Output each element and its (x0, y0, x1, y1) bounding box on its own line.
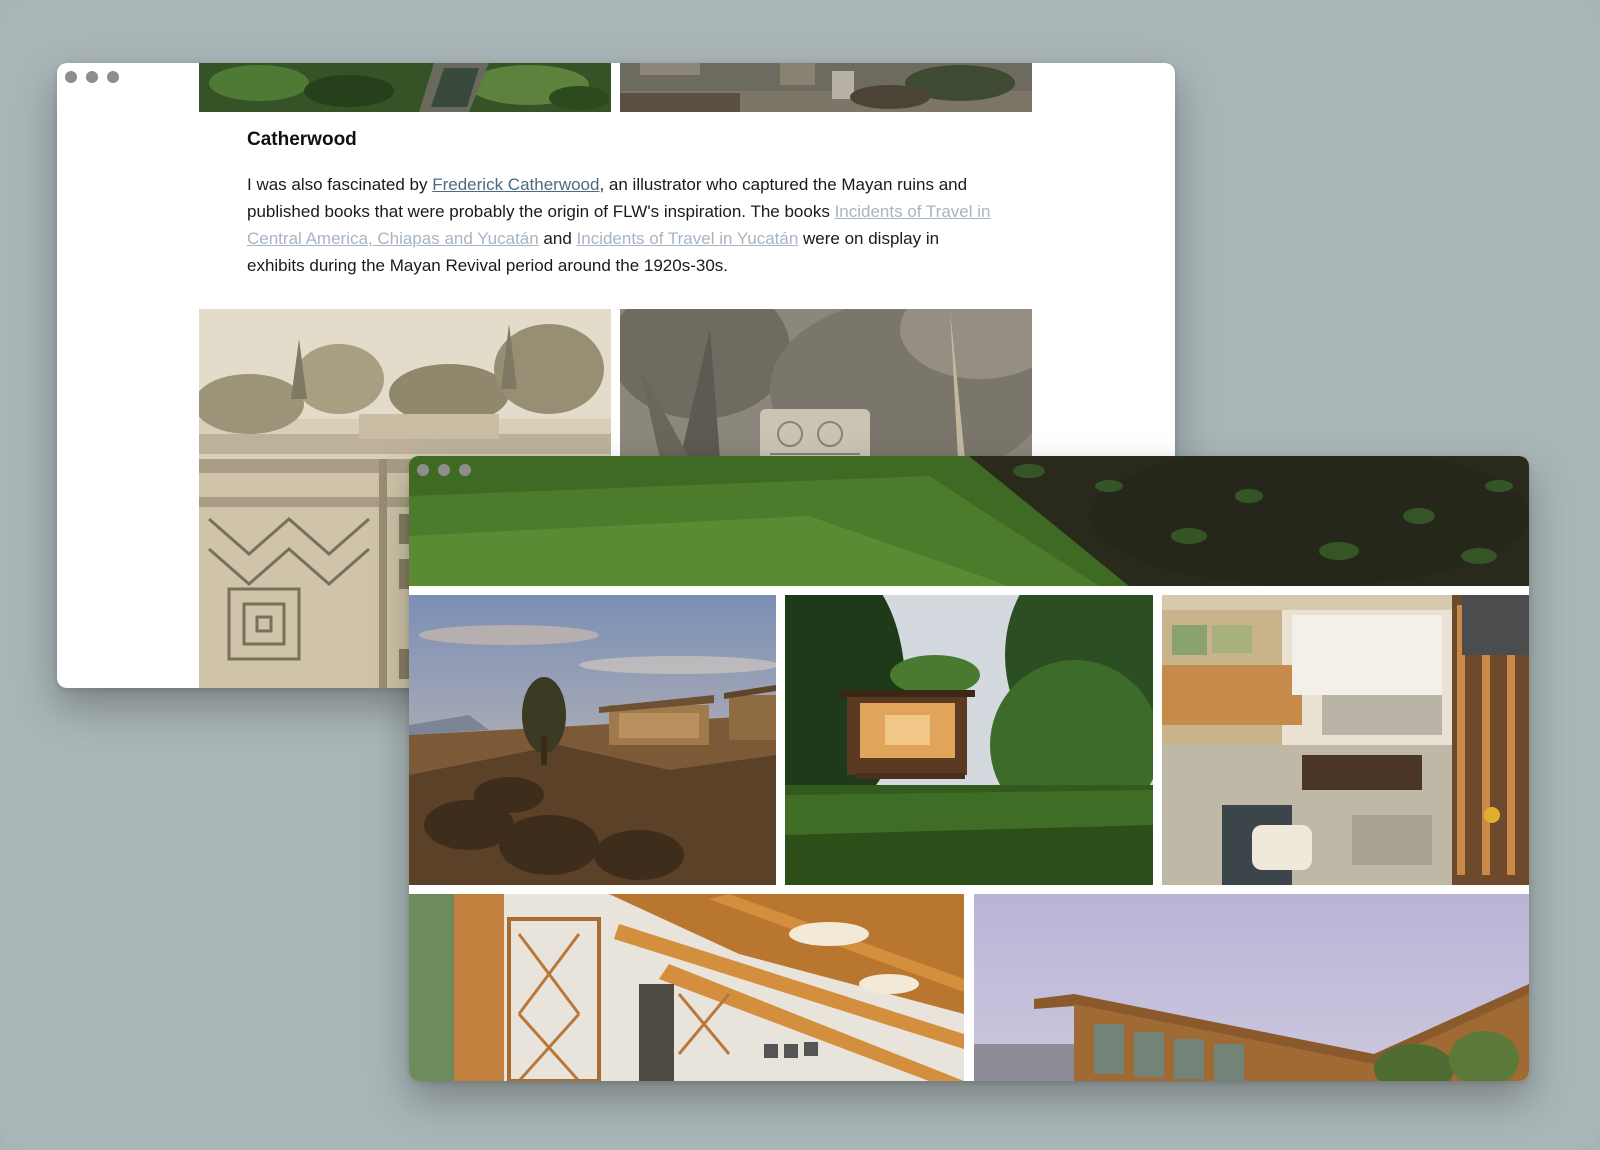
window-control-dot-icon[interactable] (438, 464, 450, 476)
desert-house-photo[interactable] (409, 595, 776, 885)
article-paragraph: I was also fascinated by Frederick Cathe… (247, 171, 995, 279)
window-control-dot-icon[interactable] (86, 71, 98, 83)
garden-photo-left (199, 63, 611, 112)
interior-living-photo[interactable] (1162, 595, 1529, 885)
window-controls (65, 71, 119, 83)
section-heading: Catherwood (247, 129, 357, 150)
paragraph-text: I was also fascinated by (247, 175, 433, 194)
garden-photo-right (620, 63, 1032, 112)
paragraph-text: and (538, 229, 577, 248)
window-control-dot-icon[interactable] (417, 464, 429, 476)
window-control-dot-icon[interactable] (459, 464, 471, 476)
gallery-window (409, 456, 1529, 1081)
forest-cabin-photo[interactable] (785, 595, 1153, 885)
interior-beams-photo[interactable] (409, 894, 964, 1081)
window-control-dot-icon[interactable] (65, 71, 77, 83)
link-frederick-catherwood[interactable]: Frederick Catherwood (432, 175, 599, 194)
house-roof-photo[interactable] (974, 894, 1529, 1081)
link-book-yucatan[interactable]: Incidents of Travel in Yucatán (577, 229, 799, 248)
window-controls (417, 464, 471, 476)
window-control-dot-icon[interactable] (107, 71, 119, 83)
grass-banner-photo[interactable] (409, 456, 1529, 586)
